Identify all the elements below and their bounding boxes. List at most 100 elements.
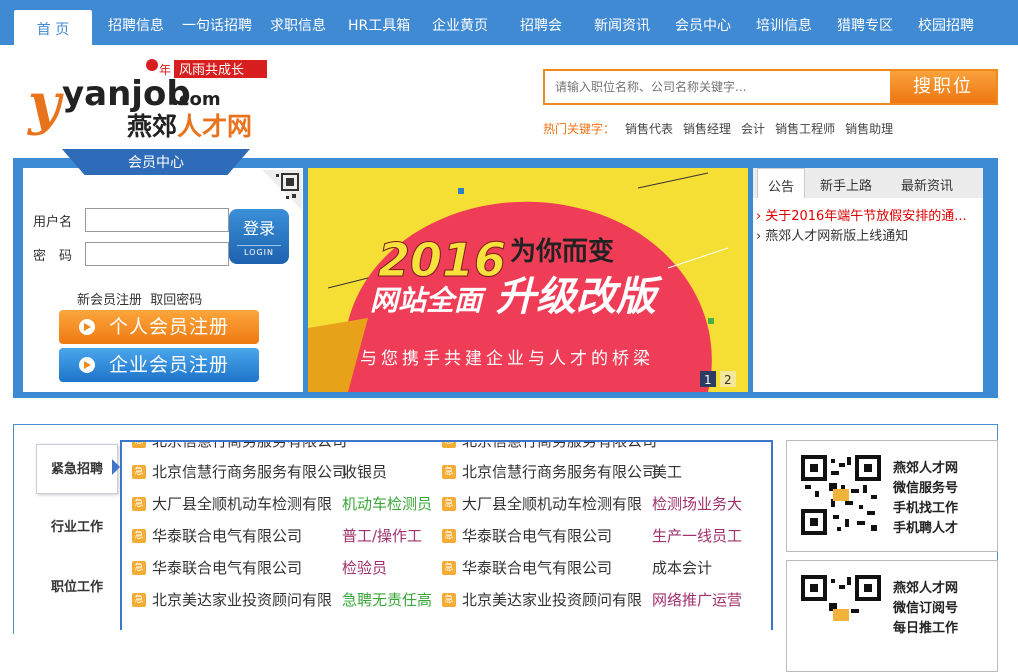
company-link[interactable]: 华泰联合电气有限公司 (152, 557, 302, 578)
arrow-icon (79, 319, 95, 335)
tab-latest-news[interactable]: 最新资讯 (901, 168, 953, 198)
job-link[interactable]: 网络推广运营 (652, 589, 742, 610)
news-item[interactable]: › 关于2016年端午节放假安排的通... (756, 205, 980, 224)
company-link[interactable]: 大厂县全顺机动车检测有限 (462, 493, 642, 514)
tab-urgent-jobs[interactable]: 紧急招聘 (36, 444, 118, 494)
job-link[interactable]: 美工 (652, 461, 682, 482)
qr-line: 燕郊人才网 (893, 581, 959, 596)
hot-keyword[interactable]: 会计 (741, 122, 765, 136)
account-links: 新会员注册 取回密码 (77, 289, 202, 308)
nav-item-news[interactable]: 新闻资讯 (594, 0, 650, 45)
search-input[interactable] (545, 71, 890, 103)
nav-item-yellow-pages[interactable]: 企业黄页 (432, 0, 488, 45)
company-link[interactable]: 北京信慧行商务服务有限公司 (152, 442, 347, 451)
nav-item-headhunt[interactable]: 猎聘专区 (837, 0, 893, 45)
nav-item-seekers[interactable]: 求职信息 (270, 0, 326, 45)
arrow-right-icon (112, 459, 120, 475)
urgent-icon: 急 (442, 442, 456, 448)
username-field[interactable] (85, 208, 229, 232)
hot-keyword[interactable]: 销售助理 (845, 122, 893, 136)
job-link[interactable]: 检测场业务大 (652, 493, 742, 514)
logo-dotcom: .com (172, 89, 221, 110)
urgent-icon: 急 (442, 593, 456, 607)
qr-code-icon[interactable] (801, 575, 881, 655)
job-link[interactable]: 检验员 (342, 557, 387, 578)
news-item-text: 燕郊人才网新版上线通知 (765, 229, 909, 244)
urgent-icon: 急 (442, 497, 456, 511)
nav-item-member-center[interactable]: 会员中心 (675, 0, 731, 45)
top-nav: 首 页 招聘信息 一句话招聘 求职信息 HR工具箱 企业黄页 招聘会 新闻资讯 … (0, 0, 1018, 45)
banner-page-1-label: 1 (704, 373, 712, 387)
nav-item-jobs[interactable]: 招聘信息 (108, 0, 164, 45)
hot-keyword[interactable]: 销售工程师 (775, 122, 835, 136)
job-link[interactable]: 收银员 (342, 461, 387, 482)
job-row: 急 华泰联合电气有限公司 普工/操作工 急 华泰联合电气有限公司 生产一线员工 (122, 519, 771, 551)
urgent-icon: 急 (132, 442, 146, 448)
nav-item-job-fair[interactable]: 招聘会 (520, 0, 562, 45)
qr-text: 燕郊人才网 微信服务号 手机找工作 手机聘人才 (893, 459, 958, 539)
tab-position-jobs[interactable]: 职位工作 (36, 563, 118, 613)
urgent-jobs-list: 急北京信慧行商务服务有限公司 急北京信慧行商务服务有限公司 急 北京信慧行商务服… (120, 440, 773, 630)
promo-banner[interactable]: 2016 为你而变 网站全面 升级改版 与您携手共建企业与人才的桥梁 1 2 (308, 168, 748, 392)
logo-site-name-1: 燕郊 (127, 112, 177, 141)
logo-slogan: 风雨共成长 (179, 63, 244, 78)
search-box: 搜职位 (543, 69, 998, 105)
nav-item-one-line[interactable]: 一句话招聘 (182, 0, 252, 45)
qr-line: 手机找工作 (893, 501, 959, 516)
register-link[interactable]: 新会员注册 (77, 293, 142, 308)
job-row: 急北京信慧行商务服务有限公司 急北京信慧行商务服务有限公司 (122, 442, 771, 456)
recover-password-link[interactable]: 取回密码 (150, 293, 202, 308)
banner-line-2: 为你而变 (510, 236, 614, 267)
qr-code-icon[interactable] (801, 455, 881, 535)
company-link[interactable]: 北京信慧行商务服务有限公司 (462, 442, 657, 451)
member-center-tab: 会员中心 (62, 149, 250, 175)
urgent-icon: 急 (132, 497, 146, 511)
company-link[interactable]: 华泰联合电气有限公司 (152, 525, 302, 546)
tab-beginner[interactable]: 新手上路 (820, 168, 872, 198)
company-link[interactable]: 北京信慧行商务服务有限公司 (462, 461, 657, 482)
hot-keywords-label: 热门关键字： (543, 122, 616, 136)
arrow-icon (79, 357, 95, 373)
job-link[interactable]: 成本会计 (652, 557, 712, 578)
search-button[interactable]: 搜职位 (890, 71, 996, 103)
news-panel (753, 168, 983, 392)
banner-year: 2016 (378, 233, 506, 287)
job-link[interactable]: 普工/操作工 (342, 525, 422, 546)
qr-line: 微信服务号 (893, 481, 959, 496)
urgent-icon: 急 (442, 465, 456, 479)
hot-keyword[interactable]: 销售经理 (683, 122, 731, 136)
urgent-icon: 急 (132, 593, 146, 607)
qr-line: 燕郊人才网 (893, 461, 959, 476)
job-link[interactable]: 机动车检测员 (342, 493, 432, 514)
password-label: 密 码 (33, 249, 73, 264)
qr-corner-icon[interactable] (262, 170, 302, 210)
company-link[interactable]: 北京信慧行商务服务有限公司 (152, 461, 347, 482)
tab-announcements[interactable]: 公告 (757, 168, 805, 198)
tab-industry-jobs[interactable]: 行业工作 (36, 503, 118, 553)
news-item[interactable]: › 燕郊人才网新版上线通知 (756, 225, 980, 244)
company-link[interactable]: 华泰联合电气有限公司 (462, 525, 612, 546)
password-field[interactable] (85, 242, 229, 266)
username-label: 用户名 (33, 215, 73, 230)
company-link[interactable]: 北京美达家业投资顾问有限 (152, 589, 332, 610)
nav-home[interactable]: 首 页 (14, 10, 92, 45)
company-link[interactable]: 大厂县全顺机动车检测有限 (152, 493, 332, 514)
company-link[interactable]: 华泰联合电气有限公司 (462, 557, 612, 578)
logo-dot (146, 59, 158, 71)
login-button-en: LOGIN (237, 245, 281, 257)
urgent-icon: 急 (442, 561, 456, 575)
personal-register-button[interactable]: 个人会员注册 (59, 310, 259, 344)
nav-item-campus[interactable]: 校园招聘 (918, 0, 974, 45)
company-register-label: 企业会员注册 (109, 354, 230, 376)
job-link[interactable]: 急聘无责任高 (342, 589, 432, 610)
job-link[interactable]: 生产一线员工 (652, 525, 742, 546)
job-row: 急 北京信慧行商务服务有限公司 收银员 急 北京信慧行商务服务有限公司 美工 (122, 455, 771, 487)
hot-keywords: 热门关键字： 销售代表 销售经理 会计 销售工程师 销售助理 (543, 120, 893, 137)
nav-item-training[interactable]: 培训信息 (756, 0, 812, 45)
nav-item-hr-tools[interactable]: HR工具箱 (348, 0, 410, 45)
login-button[interactable]: 登录 LOGIN (229, 209, 289, 264)
site-logo[interactable]: y yanjob .com 年 风雨共成长 燕郊 人才网 (22, 55, 272, 145)
company-register-button[interactable]: 企业会员注册 (59, 348, 259, 382)
hot-keyword[interactable]: 销售代表 (625, 122, 673, 136)
company-link[interactable]: 北京美达家业投资顾问有限 (462, 589, 642, 610)
